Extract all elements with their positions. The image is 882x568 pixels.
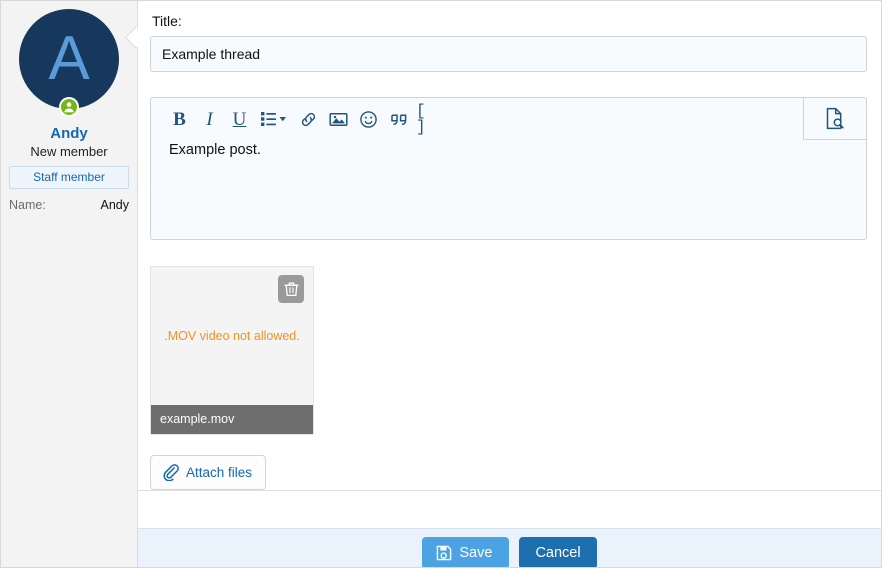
staff-member-badge[interactable]: Staff member [9,166,129,189]
sidebar-user-title: New member [30,144,108,159]
attachment-filename: example.mov [151,405,313,434]
form-footer-spacer [138,490,881,528]
attach-files-label: Attach files [186,465,253,480]
editor-toolbar: B I U [] [151,98,866,140]
sidebar-field-key: Name: [9,198,46,212]
save-button-label: Save [459,544,493,561]
attachment-card: .MOV video not allowed. example.mov [150,266,314,435]
bold-icon[interactable]: B [167,106,192,132]
attach-files-button[interactable]: Attach files [150,455,267,490]
editor-body[interactable]: Example post. [151,140,866,239]
code-icon[interactable]: [ ] [416,103,441,135]
sidebar-field-value: Andy [100,198,130,212]
user-sidebar: A Andy New member Staff member Name: And… [1,1,138,567]
trash-icon[interactable] [278,275,304,303]
page-root: A Andy New member Staff member Name: And… [0,0,882,568]
editor-box: B I U [] Example post. [150,97,867,240]
attachment-thumbnail: .MOV video not allowed. [151,267,313,405]
action-bar: Save Cancel [138,528,881,567]
attachment-list: .MOV video not allowed. example.mov Atta… [150,266,867,490]
floppy-save-icon [436,545,452,561]
title-input[interactable] [150,36,867,72]
post-form: Title: B I U [138,1,881,490]
online-user-icon [59,97,79,117]
sidebar-pointer-notch [125,23,138,57]
paperclip-icon [162,464,179,481]
image-icon[interactable] [326,106,351,132]
cancel-button[interactable]: Cancel [519,536,597,567]
document-preview-icon[interactable] [803,97,867,140]
post-editor: B I U [] Example post. [150,97,867,240]
attachment-error-message: .MOV video not allowed. [164,329,300,343]
link-icon[interactable] [296,106,321,132]
list-icon[interactable] [257,106,291,132]
sidebar-field-name: Name: Andy [9,198,129,212]
underline-icon[interactable]: U [227,106,252,132]
italic-icon[interactable]: I [197,106,222,132]
title-label: Title: [152,13,182,29]
cancel-button-label: Cancel [535,544,581,561]
avatar-letter: A [19,9,119,109]
sidebar-user-name[interactable]: Andy [9,125,129,142]
main-content: Title: B I U [138,1,881,567]
save-button[interactable]: Save [422,536,510,567]
emoji-icon[interactable] [356,106,381,132]
avatar[interactable]: A [19,9,119,117]
quote-icon[interactable] [386,106,411,132]
